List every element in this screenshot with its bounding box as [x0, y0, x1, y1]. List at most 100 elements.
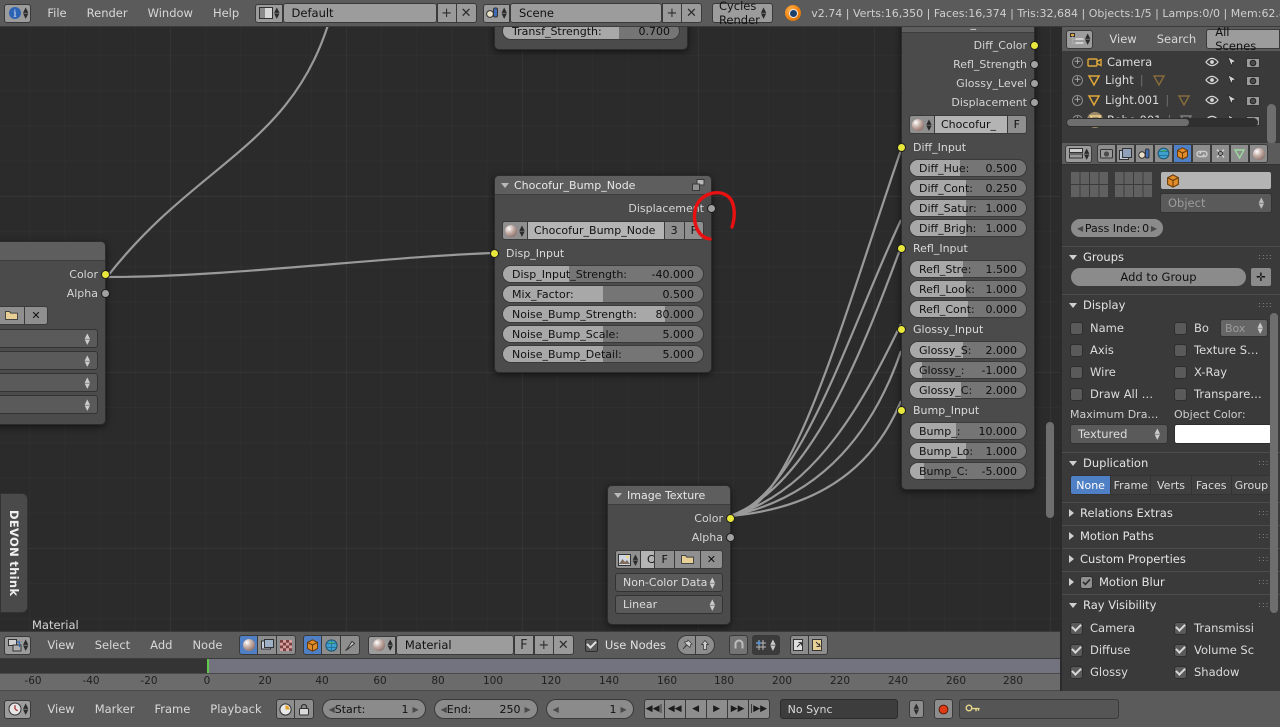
output-socket-displacement[interactable]: Displacement [502, 199, 716, 218]
input-socket-refl[interactable]: Refl_Input [897, 239, 1027, 258]
plus-icon[interactable]: ✛ [1250, 267, 1272, 287]
chevron-down-icon[interactable] [1069, 302, 1077, 308]
timeline-menu-marker[interactable]: Marker [85, 691, 145, 727]
socket-displacement-icon[interactable] [707, 204, 716, 213]
field-disp-input-strength[interactable]: Disp_Input_Strength: -40.000 [502, 265, 704, 283]
checkbox[interactable] [1070, 643, 1083, 657]
node-image-texture[interactable]: Image Texture Color Alpha ▲▼ Cho [607, 485, 735, 625]
collapse-triangle-icon[interactable] [614, 492, 622, 498]
delete-layout-button[interactable]: ✕ [456, 3, 477, 23]
duplication-option-verts[interactable]: Verts [1151, 476, 1192, 494]
field-glossy-c[interactable]: Glossy_C: 2.000 [909, 381, 1027, 399]
tab-data[interactable] [1230, 144, 1250, 163]
timeline-playhead[interactable] [207, 659, 209, 673]
jump-start-icon[interactable]: ◀◀| [643, 699, 665, 719]
context-world-icon[interactable] [322, 635, 342, 655]
paste-icon[interactable] [809, 635, 828, 655]
shader-checker-icon[interactable] [277, 635, 297, 655]
menu-render[interactable]: Render [77, 0, 138, 27]
panel-header-motion-paths[interactable]: Motion Paths :::: [1062, 525, 1280, 546]
panel-header-relations-extras[interactable]: Relations Extras :::: [1062, 502, 1280, 523]
colorspace-dropdown[interactable]: r Data ▲▼ [0, 329, 98, 348]
checkbox[interactable] [1174, 343, 1187, 357]
duplication-option-frame[interactable]: Frame [1111, 476, 1152, 494]
image-id-block[interactable]: oc 3 F ✕ [0, 306, 98, 325]
outliner-menu-search[interactable]: Search [1147, 27, 1207, 52]
display-checkbox-draw-all-edges[interactable]: Draw All … [1070, 383, 1168, 405]
input-socket-glossy[interactable]: Glossy_Input [897, 320, 1027, 339]
chevron-down-icon[interactable] [1069, 254, 1077, 260]
field-refl-stre[interactable]: Refl_Stre: 1.500 [909, 260, 1027, 278]
chevron-down-icon[interactable] [1069, 460, 1077, 466]
node-left-texture[interactable]: Texture Color Alpha oc 3 F [0, 241, 110, 425]
editor-type-selector-node[interactable]: ▲ ▼ [4, 635, 32, 655]
field-bump-strength[interactable]: Bump_: 10.000 [909, 422, 1027, 440]
duplication-option-group[interactable]: Group [1231, 476, 1271, 494]
socket-bump-input-icon[interactable] [897, 406, 906, 415]
socket-disp-input-icon[interactable] [490, 249, 499, 258]
copy-icon[interactable] [790, 635, 809, 655]
screen-layout-icon[interactable]: ▲ ▼ [255, 3, 283, 23]
menu-window[interactable]: Window [138, 0, 203, 27]
socket-displacement-icon[interactable] [1030, 98, 1039, 107]
node-group-edit-icon[interactable] [692, 179, 705, 191]
add-to-group-button[interactable]: Add to Group [1070, 267, 1247, 287]
pass-index-field[interactable]: ◀ Pass Inde: 0 ▶ [1070, 218, 1164, 238]
chevron-right-icon[interactable] [1069, 578, 1074, 586]
socket-refl-input-icon[interactable] [897, 244, 906, 253]
lock-icon[interactable] [294, 699, 314, 719]
node-editor-canvas[interactable]: Transf_Strength: 0.700 Texture Color Alp… [0, 27, 1060, 631]
expand-icon[interactable]: + [1072, 56, 1083, 68]
panel-header-motion-blur[interactable]: Motion Blur :::: [1062, 571, 1280, 592]
panel-header-custom-properties[interactable]: Custom Properties :::: [1062, 548, 1280, 569]
socket-diff-input-icon[interactable] [897, 143, 906, 152]
bounds-type-dropdown[interactable]: Box ▲ ▼ [1219, 319, 1268, 337]
display-checkbox-transparency[interactable]: Transpare… [1174, 383, 1272, 405]
node-top-partial[interactable]: Transf_Strength: 0.700 [494, 27, 688, 50]
node-menu-view[interactable]: View [37, 631, 84, 659]
checkbox[interactable] [1070, 343, 1083, 357]
checkbox[interactable] [1174, 621, 1187, 635]
editor-type-selector-outliner[interactable]: ▲ ▼ [1066, 29, 1094, 49]
record-clock-icon[interactable] [275, 699, 295, 719]
new-material-button[interactable]: + [533, 635, 554, 655]
timeline-menu-frame[interactable]: Frame [144, 691, 200, 727]
timeline-range-strip[interactable] [0, 659, 1060, 673]
next-keyframe-icon[interactable]: ▶▶ [727, 699, 749, 719]
output-socket-refl-strength[interactable]: Refl_Strength [909, 55, 1039, 74]
unlink-close-icon[interactable]: ✕ [700, 550, 723, 569]
shader-texture-icon[interactable] [258, 635, 278, 655]
tab-modifiers[interactable] [1211, 144, 1231, 163]
input-socket-diff[interactable]: Diff_Input [897, 138, 1027, 157]
ray-visibility-volume-scatter[interactable]: Volume Sc [1174, 639, 1272, 661]
chevron-updown-icon[interactable]: ▲ ▼ [908, 700, 924, 718]
outliner-hscrollbar[interactable] [1066, 118, 1258, 127]
timeline-menu-view[interactable]: View [37, 691, 84, 727]
object-name-field[interactable] [1160, 171, 1272, 190]
outliner-vscrollbar[interactable] [1267, 104, 1276, 144]
node-menu-add[interactable]: Add [140, 631, 182, 659]
field-mix-factor[interactable]: Mix_Factor: 0.500 [502, 285, 704, 303]
tab-world[interactable] [1154, 144, 1174, 163]
scene-icon[interactable]: ▲ ▼ [482, 3, 510, 23]
open-folder-icon[interactable] [0, 306, 26, 325]
image-icon[interactable]: ▲ ▼ [615, 550, 641, 569]
timeline-ruler[interactable]: -60 -40 -20 0 20 40 60 80 100 120 140 16… [0, 673, 1060, 691]
duplication-options[interactable]: None Frame Verts Faces Group [1070, 475, 1272, 495]
group-name-field[interactable]: Chocofur_ [935, 115, 1008, 134]
increment-arrow-icon[interactable]: ▶ [412, 705, 418, 714]
material-name-field[interactable]: Material [395, 635, 514, 655]
tab-material[interactable] [1249, 144, 1269, 163]
use-nodes-checkbox[interactable] [584, 638, 598, 652]
snap-magnet-icon[interactable] [729, 635, 748, 655]
outliner-row-light[interactable]: + Light | [1072, 70, 1280, 90]
display-checkbox-texture-space[interactable]: Texture S… [1174, 339, 1272, 361]
prev-keyframe-icon[interactable]: ◀◀ [664, 699, 686, 719]
collapse-triangle-icon[interactable] [501, 182, 509, 188]
context-object-icon[interactable] [303, 635, 323, 655]
devonthink-drawer-tab[interactable]: DEVON think [0, 493, 28, 613]
source-dropdown[interactable]: nage ▲▼ [0, 395, 98, 414]
unlink-material-button[interactable]: ✕ [553, 635, 574, 655]
interpolation-dropdown[interactable]: ▲ ▼ [0, 351, 98, 370]
node-group-id-block[interactable]: ▲ ▼ Chocofur_ F [909, 115, 1027, 134]
